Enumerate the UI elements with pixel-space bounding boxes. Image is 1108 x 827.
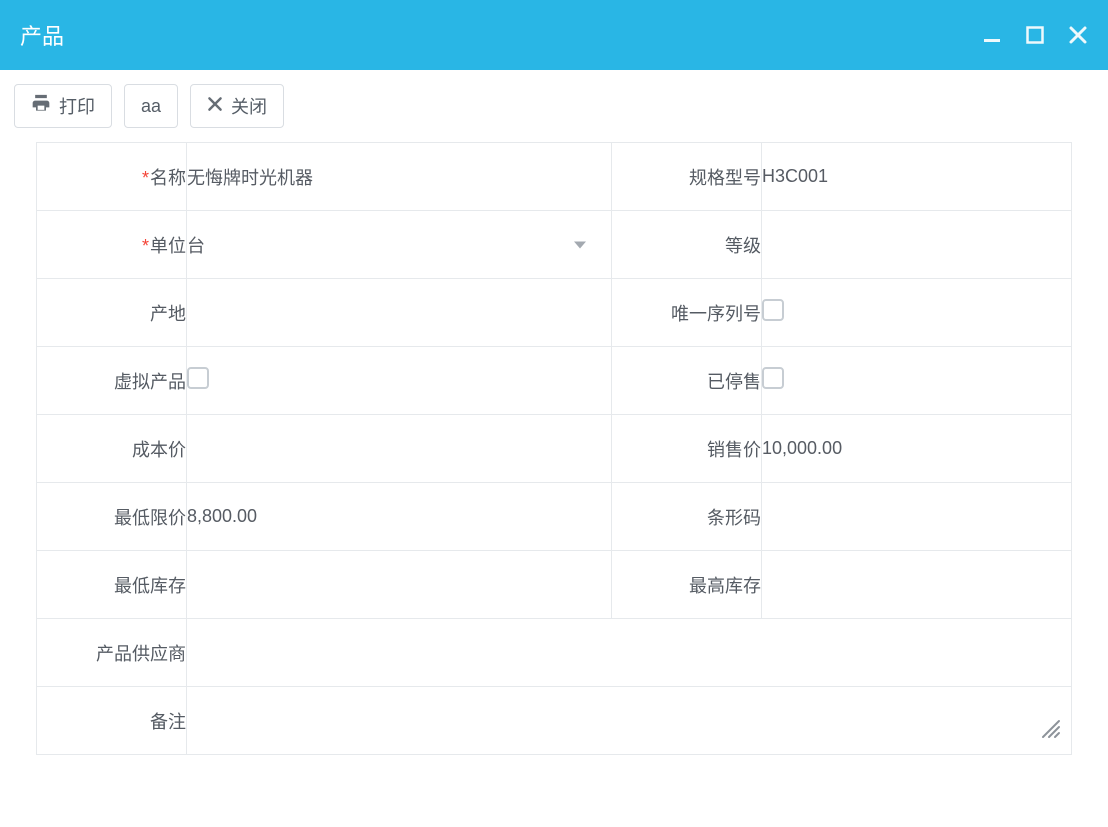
label-origin: 产地 [37,279,187,347]
label-name: *名称 [37,143,187,211]
field-min-price[interactable]: 8,800.00 [187,483,612,551]
maximize-button[interactable] [1026,26,1044,44]
toolbar: 打印 aa 关闭 [0,70,1108,142]
field-barcode[interactable] [762,483,1072,551]
field-sale[interactable]: 10,000.00 [762,415,1072,483]
form: *名称 无悔牌时光机器 规格型号 H3C001 *单位 台 等级 产地 唯一序列… [0,142,1108,755]
field-grade[interactable] [762,211,1072,279]
field-max-stock[interactable] [762,551,1072,619]
label-grade: 等级 [612,211,762,279]
field-supplier[interactable] [187,619,1072,687]
close-icon [207,96,223,117]
field-spec[interactable]: H3C001 [762,143,1072,211]
close-label: 关闭 [231,93,267,119]
field-remark[interactable] [187,687,1072,755]
window-controls [982,25,1088,45]
label-sale: 销售价 [612,415,762,483]
minimize-button[interactable] [982,25,1002,45]
window-title: 产品 [20,19,982,51]
field-name[interactable]: 无悔牌时光机器 [187,143,612,211]
field-discontinued [762,347,1072,415]
discontinued-checkbox[interactable] [762,367,784,389]
field-unit[interactable]: 台 [187,211,612,279]
close-button[interactable]: 关闭 [190,84,284,128]
label-serial: 唯一序列号 [612,279,762,347]
serial-checkbox[interactable] [762,299,784,321]
field-origin[interactable] [187,279,612,347]
print-icon [31,94,51,119]
field-cost[interactable] [187,415,612,483]
print-button[interactable]: 打印 [14,84,112,128]
label-cost: 成本价 [37,415,187,483]
close-x-button[interactable] [1068,25,1088,45]
aa-label: aa [141,96,161,117]
field-min-stock[interactable] [187,551,612,619]
label-max-stock: 最高库存 [612,551,762,619]
label-unit: *单位 [37,211,187,279]
aa-button[interactable]: aa [124,84,178,128]
label-barcode: 条形码 [612,483,762,551]
label-remark: 备注 [37,687,187,755]
unit-value: 台 [187,236,205,256]
virtual-checkbox[interactable] [187,367,209,389]
titlebar: 产品 [0,0,1108,70]
print-label: 打印 [59,93,95,119]
chevron-down-icon [573,234,587,255]
label-min-stock: 最低库存 [37,551,187,619]
label-spec: 规格型号 [612,143,762,211]
label-virtual: 虚拟产品 [37,347,187,415]
resize-handle-icon[interactable] [1039,717,1061,744]
field-serial [762,279,1072,347]
label-supplier: 产品供应商 [37,619,187,687]
label-min-price: 最低限价 [37,483,187,551]
field-virtual [187,347,612,415]
label-discontinued: 已停售 [612,347,762,415]
